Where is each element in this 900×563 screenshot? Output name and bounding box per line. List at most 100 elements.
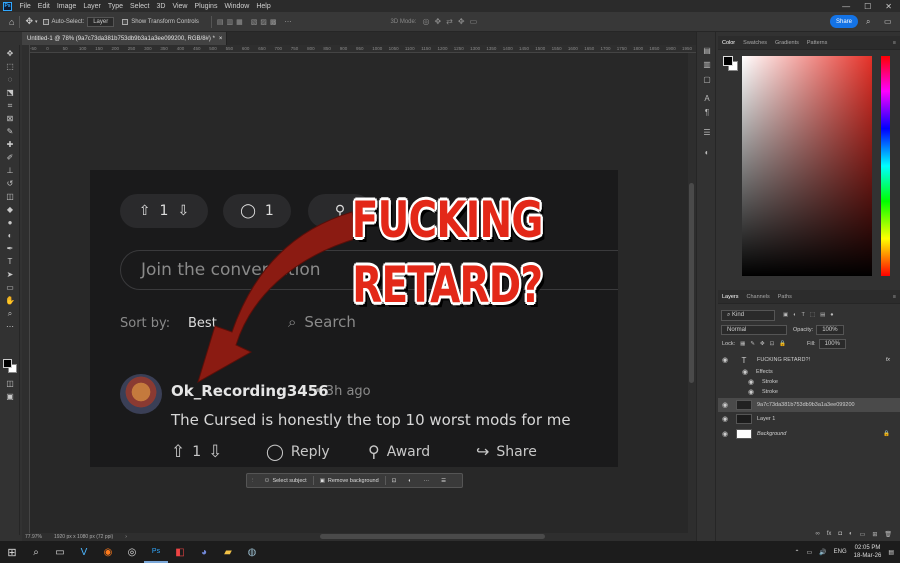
lock-icons[interactable]: ▦✎✥⊡🔒 [740,341,791,347]
layer-name[interactable]: 9a7c73da381b753db9b3a1a3ee099200 [757,402,855,408]
layer-name[interactable]: FUCKING RETARD?! [757,357,810,363]
scrollbar-thumb[interactable] [689,183,694,383]
menu-edit[interactable]: Edit [34,3,53,10]
character-icon[interactable]: A [702,94,712,104]
history-brush-icon[interactable]: ↺ [3,178,17,189]
firefox-icon[interactable]: ◉ [96,541,120,563]
tab-paths[interactable]: Paths [778,294,792,300]
tab-gradients[interactable]: Gradients [775,40,799,46]
panel-menu-icon[interactable]: ≡ [893,40,896,46]
comment-icon[interactable]: ▢ [702,75,712,85]
eye-icon[interactable]: ◉ [722,356,730,364]
close-window-button[interactable]: ✕ [885,2,892,11]
menu-type[interactable]: Type [104,3,126,10]
blend-mode-dropdown[interactable]: Normal [721,325,787,335]
move-tool-dropdown-icon[interactable]: ▾ [35,19,38,25]
document-tab[interactable]: Untitled-1 @ 78% (9a7c73da381b753db9b3a1… [22,32,227,45]
menu-window[interactable]: Window [221,3,253,10]
search-icon[interactable]: ⌕ [866,17,870,27]
foreground-color-swatch[interactable] [3,359,12,368]
screen-mode-icon[interactable]: ▣ [3,391,17,402]
home-icon[interactable]: ⌂ [9,17,14,27]
dodge-tool-icon[interactable]: ◐ [3,230,17,241]
eyedropper-icon[interactable]: ✎ [3,126,17,137]
properties-icon[interactable]: ▥ [702,60,712,70]
frame-tool-icon[interactable]: ⊠ [3,113,17,124]
fx-icon[interactable]: fx [886,357,890,363]
layer-effect-stroke-row[interactable]: ◉ Stroke [718,385,900,399]
menu-view[interactable]: View [169,3,191,10]
tab-layers[interactable]: Layers [722,294,739,300]
more-tools-icon[interactable]: ⋯ [3,321,17,332]
object-select-icon[interactable]: ⬔ [3,87,17,98]
tab-color[interactable]: Color [722,40,735,46]
foreground-color[interactable] [723,56,733,66]
link-icon[interactable]: ∞ [815,531,819,537]
scrollbar-thumb[interactable] [320,534,545,539]
group-icon[interactable]: ▭ [860,531,866,538]
task-view-icon[interactable]: ▭ [48,541,72,563]
show-transform-checkbox[interactable] [122,18,129,25]
history-icon[interactable]: ▤ [702,46,712,56]
fx-button-icon[interactable]: fx [827,531,832,537]
menu-help[interactable]: Help [253,3,274,10]
layer-row-image-selected[interactable]: ◉ 9a7c73da381b753db9b3a1a3ee099200 [718,398,900,412]
language-indicator[interactable]: ENG [834,549,847,555]
vertical-scrollbar[interactable] [688,53,696,533]
notification-icon[interactable]: ▤ [888,549,894,556]
blur-tool-icon[interactable]: ● [3,217,17,228]
adjust-button[interactable]: ◐ [402,474,417,487]
layer-row-layer1[interactable]: ◉ Layer 1 [718,412,900,426]
eye-icon[interactable]: ◉ [722,430,730,438]
windows-start-icon[interactable]: ⊞ [0,541,24,563]
filter-kind-dropdown[interactable]: ⌕ Kind [721,309,775,321]
libraries-icon[interactable]: ◐ [702,148,712,158]
tab-patterns[interactable]: Patterns [807,40,827,46]
auto-select-checkbox[interactable] [42,18,49,25]
file-explorer-icon[interactable]: ▰ [216,541,240,563]
color-swatches[interactable] [723,56,739,72]
close-tab-icon[interactable]: × [219,36,223,42]
type-tool-icon[interactable]: T [3,256,17,267]
opacity-input[interactable]: 100% [816,325,844,335]
foreground-background-swatch[interactable] [3,359,17,373]
filter-icons[interactable]: ▣◐T⬚▤● [783,312,839,318]
vegas-app-icon[interactable]: V [72,541,96,563]
eye-icon[interactable]: ◉ [748,388,756,396]
zoom-tool-icon[interactable]: ⌕ [3,308,17,319]
mask-icon[interactable]: ◘ [838,531,842,537]
share-button[interactable]: Share [830,15,858,28]
paragraph-icon[interactable]: ¶ [702,108,712,118]
layer-name[interactable]: Background [757,431,786,437]
hue-slider[interactable] [881,56,890,276]
move-tool-icon[interactable]: ✥ [3,48,17,59]
marquee-tool-icon[interactable]: ⬚ [3,61,17,72]
steam-icon[interactable]: ◍ [240,541,264,563]
photoshop-taskbar-icon[interactable]: Ps [144,541,168,563]
chrome-like-icon[interactable]: ◎ [120,541,144,563]
menu-select[interactable]: Select [127,3,153,10]
search-icon[interactable]: ⌕ [24,541,48,563]
select-subject-button[interactable]: ⚇ Select subject [259,474,313,487]
menu-3d[interactable]: 3D [153,3,169,10]
pen-tool-icon[interactable]: ✒ [3,243,17,254]
transform-button[interactable]: ⊡ [386,474,403,487]
move-tool-icon[interactable]: ✥ [25,16,33,27]
tab-swatches[interactable]: Swatches [743,40,767,46]
layer-row-background[interactable]: ◉ Background 🔒 [718,427,900,441]
layer-name[interactable]: Layer 1 [757,416,775,422]
3d-mode-icons[interactable]: ◎✥⇄✥▭ [423,17,483,26]
trash-icon[interactable]: 🗑 [884,531,892,538]
eye-icon[interactable]: ◉ [722,401,730,409]
color-field[interactable] [742,56,872,276]
stamp-tool-icon[interactable]: ⊥ [3,165,17,176]
shape-tool-icon[interactable]: ▭ [3,282,17,293]
menu-layer[interactable]: Layer [80,3,105,10]
crop-tool-icon[interactable]: ⌗ [3,100,17,111]
new-layer-icon[interactable]: ⊞ [872,531,877,538]
menu-plugins[interactable]: Plugins [191,3,221,10]
tab-channels[interactable]: Channels [747,294,770,300]
eye-icon[interactable]: ◉ [722,415,730,423]
drag-handle-icon[interactable]: ⋮ [247,478,259,484]
settings-button[interactable]: ☰ [435,474,452,487]
